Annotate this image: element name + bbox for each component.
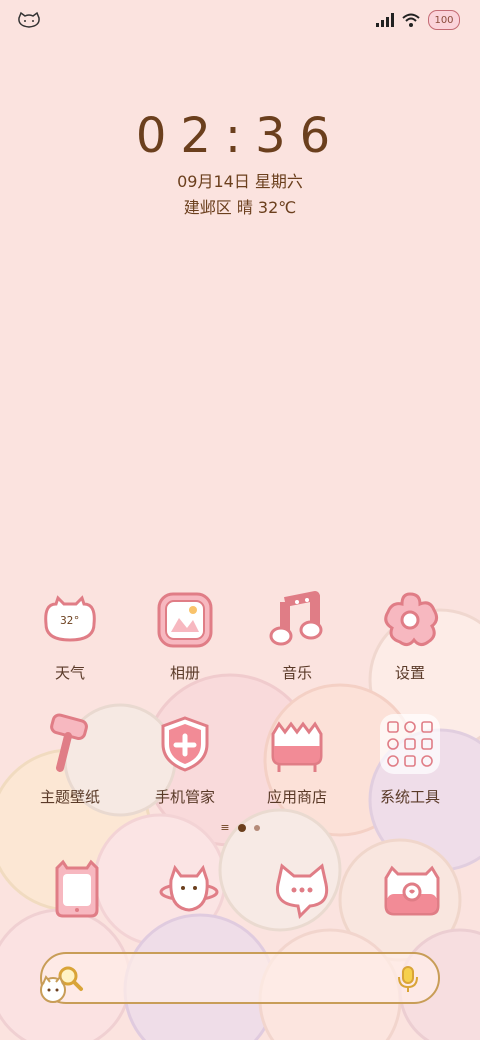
search-bar[interactable] [40,952,440,1004]
app-label: 设置 [394,664,425,682]
battery-level: 100 [434,14,454,26]
app-music[interactable]: 音乐 [242,588,352,683]
app-store[interactable]: 应用商店 [242,712,352,807]
lockscreen-clock[interactable]: 02:36 [0,108,480,164]
settings-flower-icon [384,592,439,647]
date-text[interactable]: 09月14日 星期六 [0,168,480,192]
message-cat-icon[interactable] [270,858,334,922]
menu-lines-icon[interactable]: ≡ [220,822,229,833]
app-weather[interactable]: 32° 天气 [15,588,125,683]
system-tools-folder-icon [380,714,440,774]
app-label: 相册 [169,664,200,682]
app-label: 应用商店 [266,788,327,806]
battery-indicator: 100 [428,10,460,30]
app-theme-wallpaper[interactable]: 主题壁纸 [15,712,125,807]
app-label: 系统工具 [379,788,440,806]
camera-cat-icon[interactable] [380,858,444,922]
app-label: 音乐 [281,664,312,682]
page-dot[interactable] [253,825,260,831]
app-settings[interactable]: 设置 [355,588,465,683]
weather-text[interactable]: 建邺区 晴 32℃ [0,194,480,218]
signal-bars-icon [376,13,394,27]
cat-face-icon [18,11,40,28]
app-phone-manager[interactable]: 手机管家 [130,712,240,807]
weather-badge: 32° [60,614,80,627]
folder-system-tools[interactable]: 系统工具 [355,712,465,807]
status-bar: 100 [0,0,480,40]
contacts-cat-icon[interactable] [157,858,221,922]
paint-roller-icon [50,713,88,772]
page-dot-active[interactable] [237,824,246,832]
store-cake-icon [271,721,323,772]
shield-cross-icon [161,716,209,772]
wifi-icon [402,13,420,27]
app-label: 天气 [54,664,85,682]
page-indicator[interactable]: ≡ [0,822,480,833]
app-label: 主题壁纸 [39,788,100,806]
weather-cat-icon: 32° [44,595,96,642]
music-note-icon [269,591,323,646]
mascot-cat-icon [40,975,66,1003]
microphone-icon[interactable] [396,965,420,993]
photo-album-icon [157,592,213,648]
app-label: 手机管家 [154,788,215,806]
phone-cat-icon[interactable] [45,858,109,922]
app-album[interactable]: 相册 [130,588,240,683]
